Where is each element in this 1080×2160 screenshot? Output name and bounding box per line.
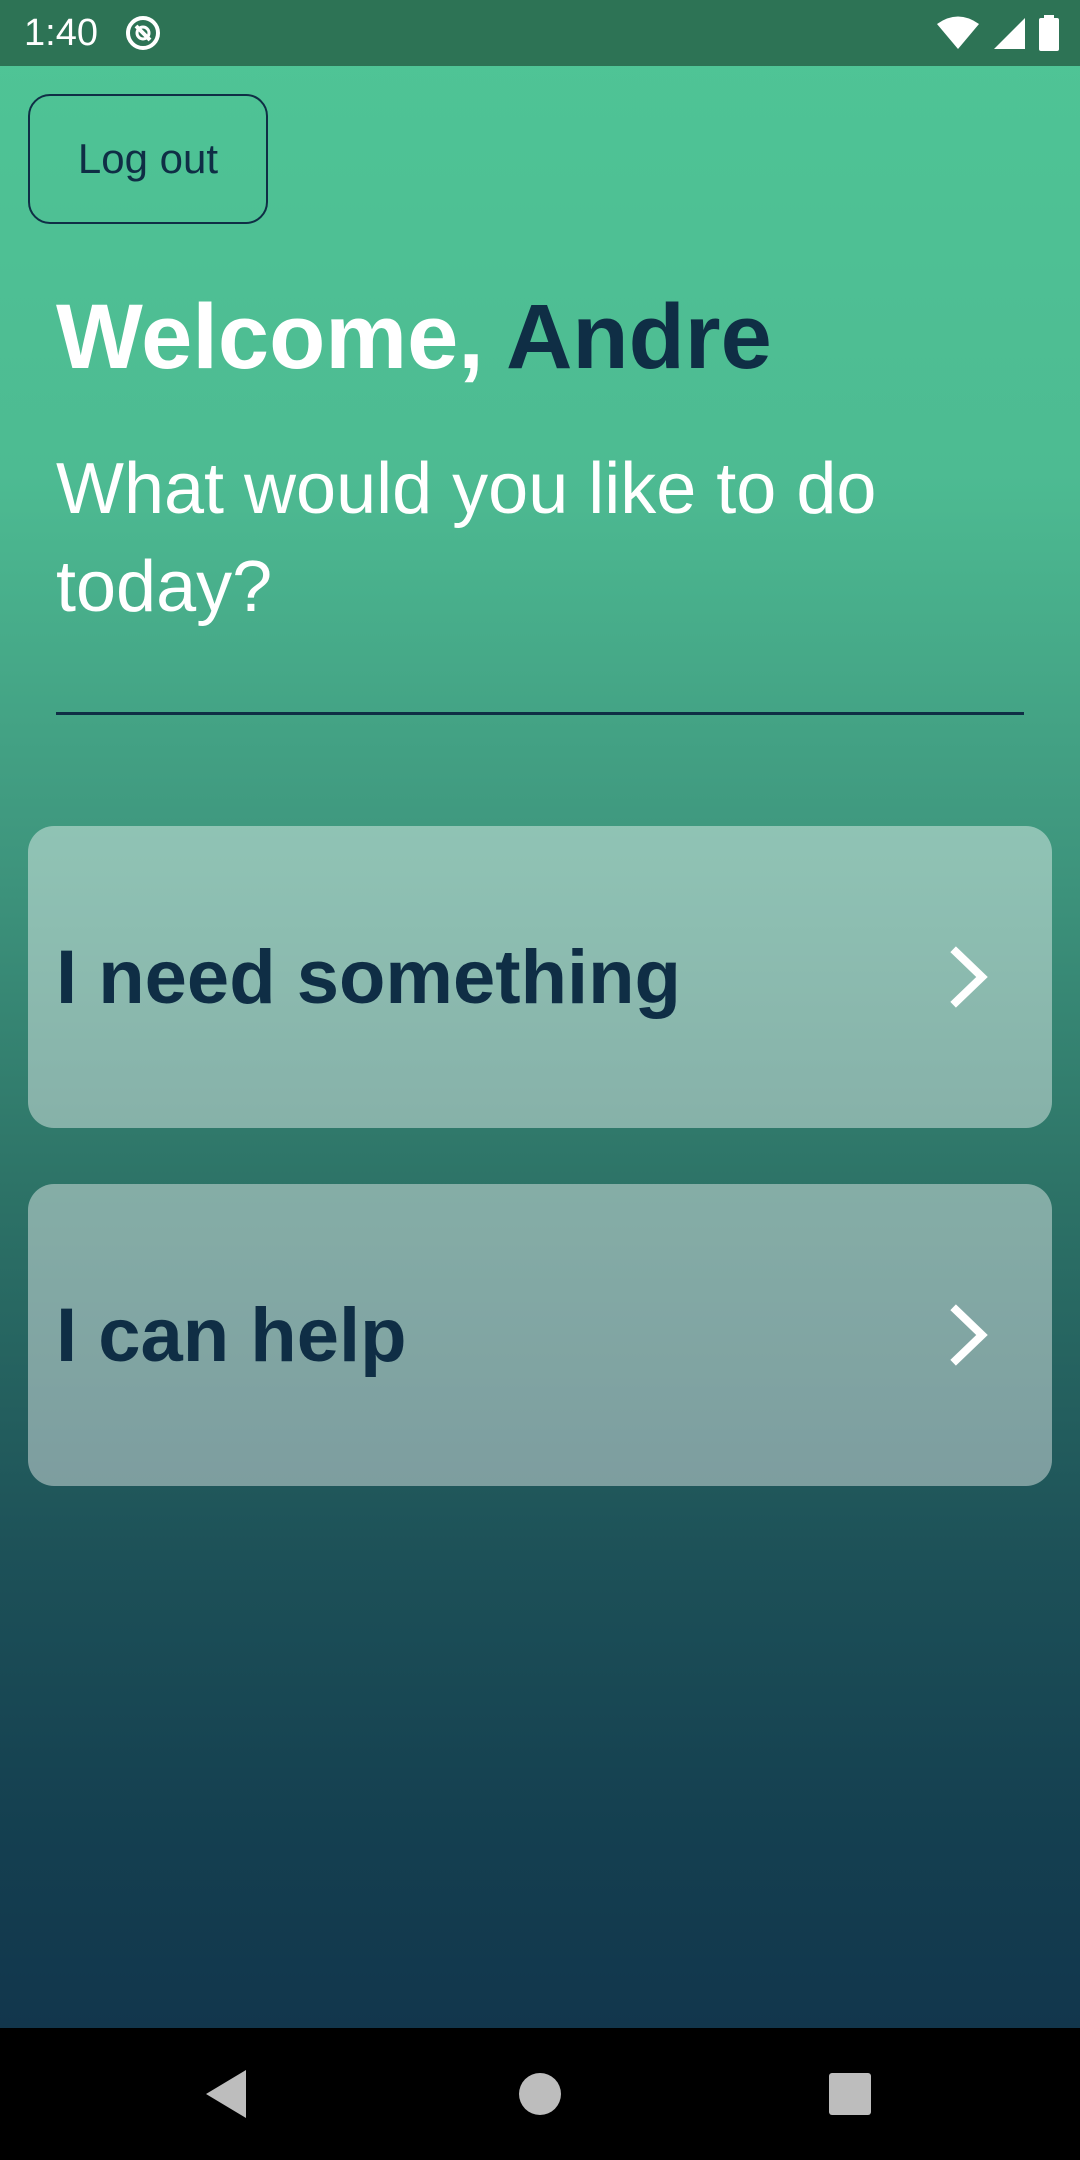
- battery-icon: [1039, 15, 1059, 51]
- need-something-button[interactable]: I need something: [28, 826, 1052, 1128]
- logout-button-label: Log out: [77, 135, 219, 182]
- divider: [56, 712, 1024, 715]
- app-screen: 1:40 Log out Welcome, Andre What would y…: [0, 0, 1080, 2160]
- system-nav-bar: [0, 2028, 1080, 2160]
- back-icon[interactable]: [190, 2058, 262, 2130]
- recents-icon[interactable]: [814, 2058, 886, 2130]
- home-icon[interactable]: [504, 2058, 576, 2130]
- status-icons: [936, 14, 1060, 52]
- signal-icon: [994, 18, 1025, 49]
- chevron-right-icon: [950, 1304, 988, 1366]
- page-subtitle: What would you like to do today?: [56, 449, 877, 627]
- can-help-button[interactable]: I can help: [28, 1184, 1052, 1486]
- wifi-icon: [937, 16, 979, 49]
- logout-button[interactable]: Log out: [28, 94, 268, 224]
- chevron-right-icon: [950, 946, 988, 1008]
- status-bar: 1:40: [0, 0, 1080, 66]
- status-time: 1:40: [24, 12, 98, 54]
- can-help-label: I can help: [56, 1292, 407, 1378]
- need-something-label: I need something: [56, 934, 681, 1020]
- welcome-prefix: Welcome,: [56, 286, 506, 388]
- app-notification-icon: [126, 16, 160, 50]
- page-title: Welcome, Andre: [56, 282, 772, 392]
- user-name: Andre: [505, 286, 772, 388]
